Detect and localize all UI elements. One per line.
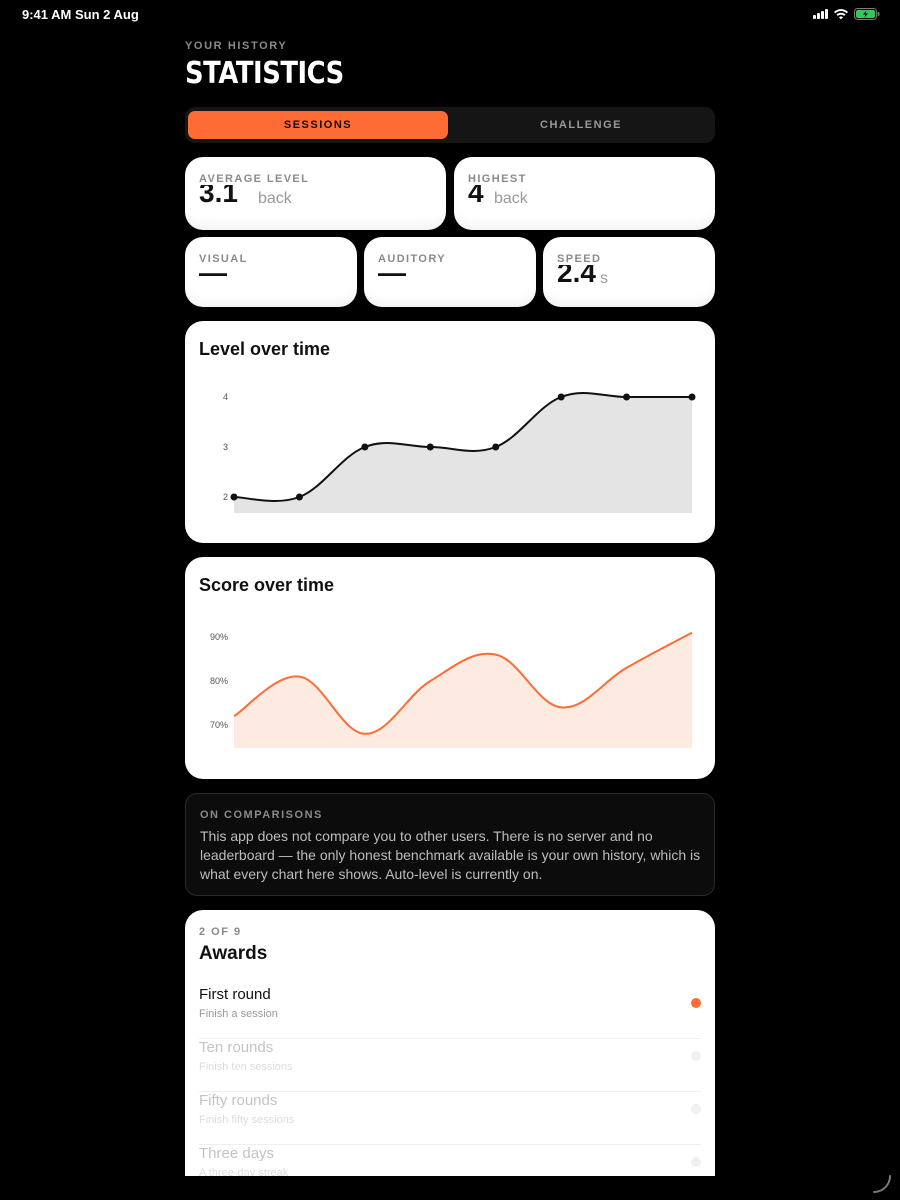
level-chart-point	[230, 493, 238, 501]
comparisons-note: ON COMPARISONS This app does not compare…	[185, 793, 715, 896]
award-name: First round	[199, 986, 271, 1003]
awards-title: Awards	[199, 943, 268, 964]
status-time: 9:41 AM Sun 2 Aug	[22, 7, 139, 22]
level-chart-point	[361, 443, 369, 451]
level-chart-tick-label: 3	[223, 442, 228, 452]
award-item[interactable]: Fifty rounds Finish fifty sessions	[199, 1092, 701, 1145]
level-over-time-card: Level over time 234	[185, 321, 715, 543]
award-item[interactable]: Ten rounds Finish ten sessions	[199, 1039, 701, 1092]
score-over-time-card: Score over time 70% 80% 90%	[185, 557, 715, 779]
award-description: A three-day streak	[199, 1167, 289, 1176]
award-description: Finish ten sessions	[199, 1061, 293, 1073]
level-over-time-chart: 2 3 4	[223, 392, 696, 513]
award-name: Fifty rounds	[199, 1092, 278, 1109]
score-chart-tick-label: 90%	[210, 632, 228, 642]
cellular-signal-icon	[813, 9, 828, 19]
page-title: STATISTICS	[185, 56, 344, 91]
comparisons-body: This app does not compare you to other u…	[200, 828, 701, 882]
average-level-label: AVERAGE LEVEL	[199, 173, 316, 185]
level-chart-point	[557, 393, 565, 401]
tab-sessions[interactable]: SESSIONS	[188, 111, 448, 139]
award-description: Finish a session	[199, 1008, 278, 1020]
level-chart-tick-label: 4	[223, 392, 228, 402]
award-item[interactable]: Three days A three-day streak	[199, 1145, 701, 1176]
level-chart-tick-label: 2	[223, 492, 228, 502]
highest-level-card: HIGHEST 4 back	[454, 157, 715, 230]
wifi-icon	[834, 8, 848, 20]
status-bar: 9:41 AM Sun 2 Aug	[0, 0, 900, 30]
award-name: Ten rounds	[199, 1039, 274, 1056]
tab-challenge[interactable]: CHALLENGE	[451, 111, 711, 139]
score-over-time-chart: 70% 80% 90%	[210, 631, 693, 748]
visual-accuracy-card: VISUAL —	[185, 237, 357, 307]
average-level-unit: back	[258, 190, 292, 207]
score-chart-area	[234, 632, 692, 748]
loading-spinner-icon	[873, 1175, 891, 1193]
speed-unit: s	[600, 270, 608, 287]
auditory-label: AUDITORY	[378, 253, 453, 265]
award-item[interactable]: First round Finish a session	[199, 986, 701, 1039]
score-chart-tick-label: 70%	[210, 720, 228, 730]
visual-label: VISUAL	[199, 253, 254, 265]
status-icons	[813, 8, 880, 20]
award-earned-dot-icon	[691, 998, 701, 1008]
highest-unit: back	[494, 190, 528, 207]
view-segmented-control: SESSIONS CHALLENGE	[185, 107, 715, 143]
auditory-accuracy-card: AUDITORY —	[364, 237, 536, 307]
highest-label: HIGHEST	[468, 173, 533, 185]
level-chart-point	[295, 493, 303, 501]
awards-count: 2 OF 9	[199, 926, 242, 938]
awards-card: 2 OF 9 Awards First round Finish a sessi…	[185, 910, 715, 1176]
award-locked-dot-icon	[691, 1157, 701, 1167]
award-locked-dot-icon	[691, 1051, 701, 1061]
page-eyebrow: YOUR HISTORY	[185, 40, 288, 52]
average-level-card: AVERAGE LEVEL 3.1 back	[185, 157, 446, 230]
level-chart-point	[688, 393, 696, 401]
award-name: Three days	[199, 1145, 275, 1162]
level-chart-point	[426, 443, 434, 451]
battery-charging-icon	[854, 8, 880, 20]
comparisons-title: ON COMPARISONS	[200, 809, 323, 821]
level-chart-point	[492, 443, 500, 451]
score-chart-tick-label: 80%	[210, 676, 228, 686]
speed-card: SPEED 2.4 s	[543, 237, 715, 307]
award-locked-dot-icon	[691, 1104, 701, 1114]
speed-label: SPEED	[557, 253, 608, 265]
award-description: Finish fifty sessions	[199, 1114, 295, 1126]
level-chart-point	[623, 393, 631, 401]
